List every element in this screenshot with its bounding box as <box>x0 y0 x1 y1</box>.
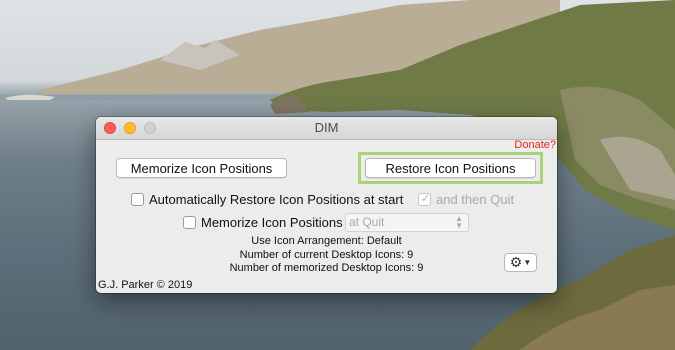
icon-arrangement-text: Use Icon Arrangement: Default <box>251 235 402 247</box>
donate-link[interactable]: Donate? <box>514 139 556 152</box>
restore-icon-positions-button[interactable]: Restore Icon Positions <box>365 158 536 178</box>
memorize-icon-positions-button[interactable]: Memorize Icon Positions <box>116 158 287 178</box>
memorized-icons-count: Number of memorized Desktop Icons: 9 <box>229 262 424 274</box>
memorize-when-select[interactable]: at Quit ▲ ▼ <box>345 213 469 232</box>
then-quit-option: ✓ and then Quit <box>418 192 514 208</box>
auto-restore-checkbox[interactable] <box>131 193 144 206</box>
copyright-text: G.J. Parker © 2019 <box>98 279 193 291</box>
up-down-arrows-icon: ▲ ▼ <box>455 214 463 230</box>
window-title: DIM <box>314 120 339 135</box>
memorize-option: Memorize Icon Positions <box>183 215 343 231</box>
auto-restore-option: Automatically Restore Icon Positions at … <box>131 192 403 208</box>
memorize-at-quit-checkbox[interactable] <box>183 216 196 229</box>
checkmark-icon: ✓ <box>420 193 431 205</box>
auto-restore-label: Automatically Restore Icon Positions at … <box>149 192 404 207</box>
title-bar[interactable]: DIM <box>96 117 557 140</box>
chevron-down-icon: ▼ <box>523 258 532 267</box>
settings-menu-button[interactable]: ⚙▼ <box>504 253 537 272</box>
current-icons-count: Number of current Desktop Icons: 9 <box>239 249 414 261</box>
then-quit-checkbox[interactable]: ✓ <box>418 193 431 206</box>
memorize-option-label: Memorize Icon Positions <box>201 215 343 230</box>
gear-icon: ⚙ <box>509 254 523 270</box>
dim-window: DIM Donate? Memorize Icon Positions Rest… <box>96 117 557 293</box>
memorize-when-value: at Quit <box>349 215 385 229</box>
then-quit-label: and then Quit <box>436 192 515 207</box>
